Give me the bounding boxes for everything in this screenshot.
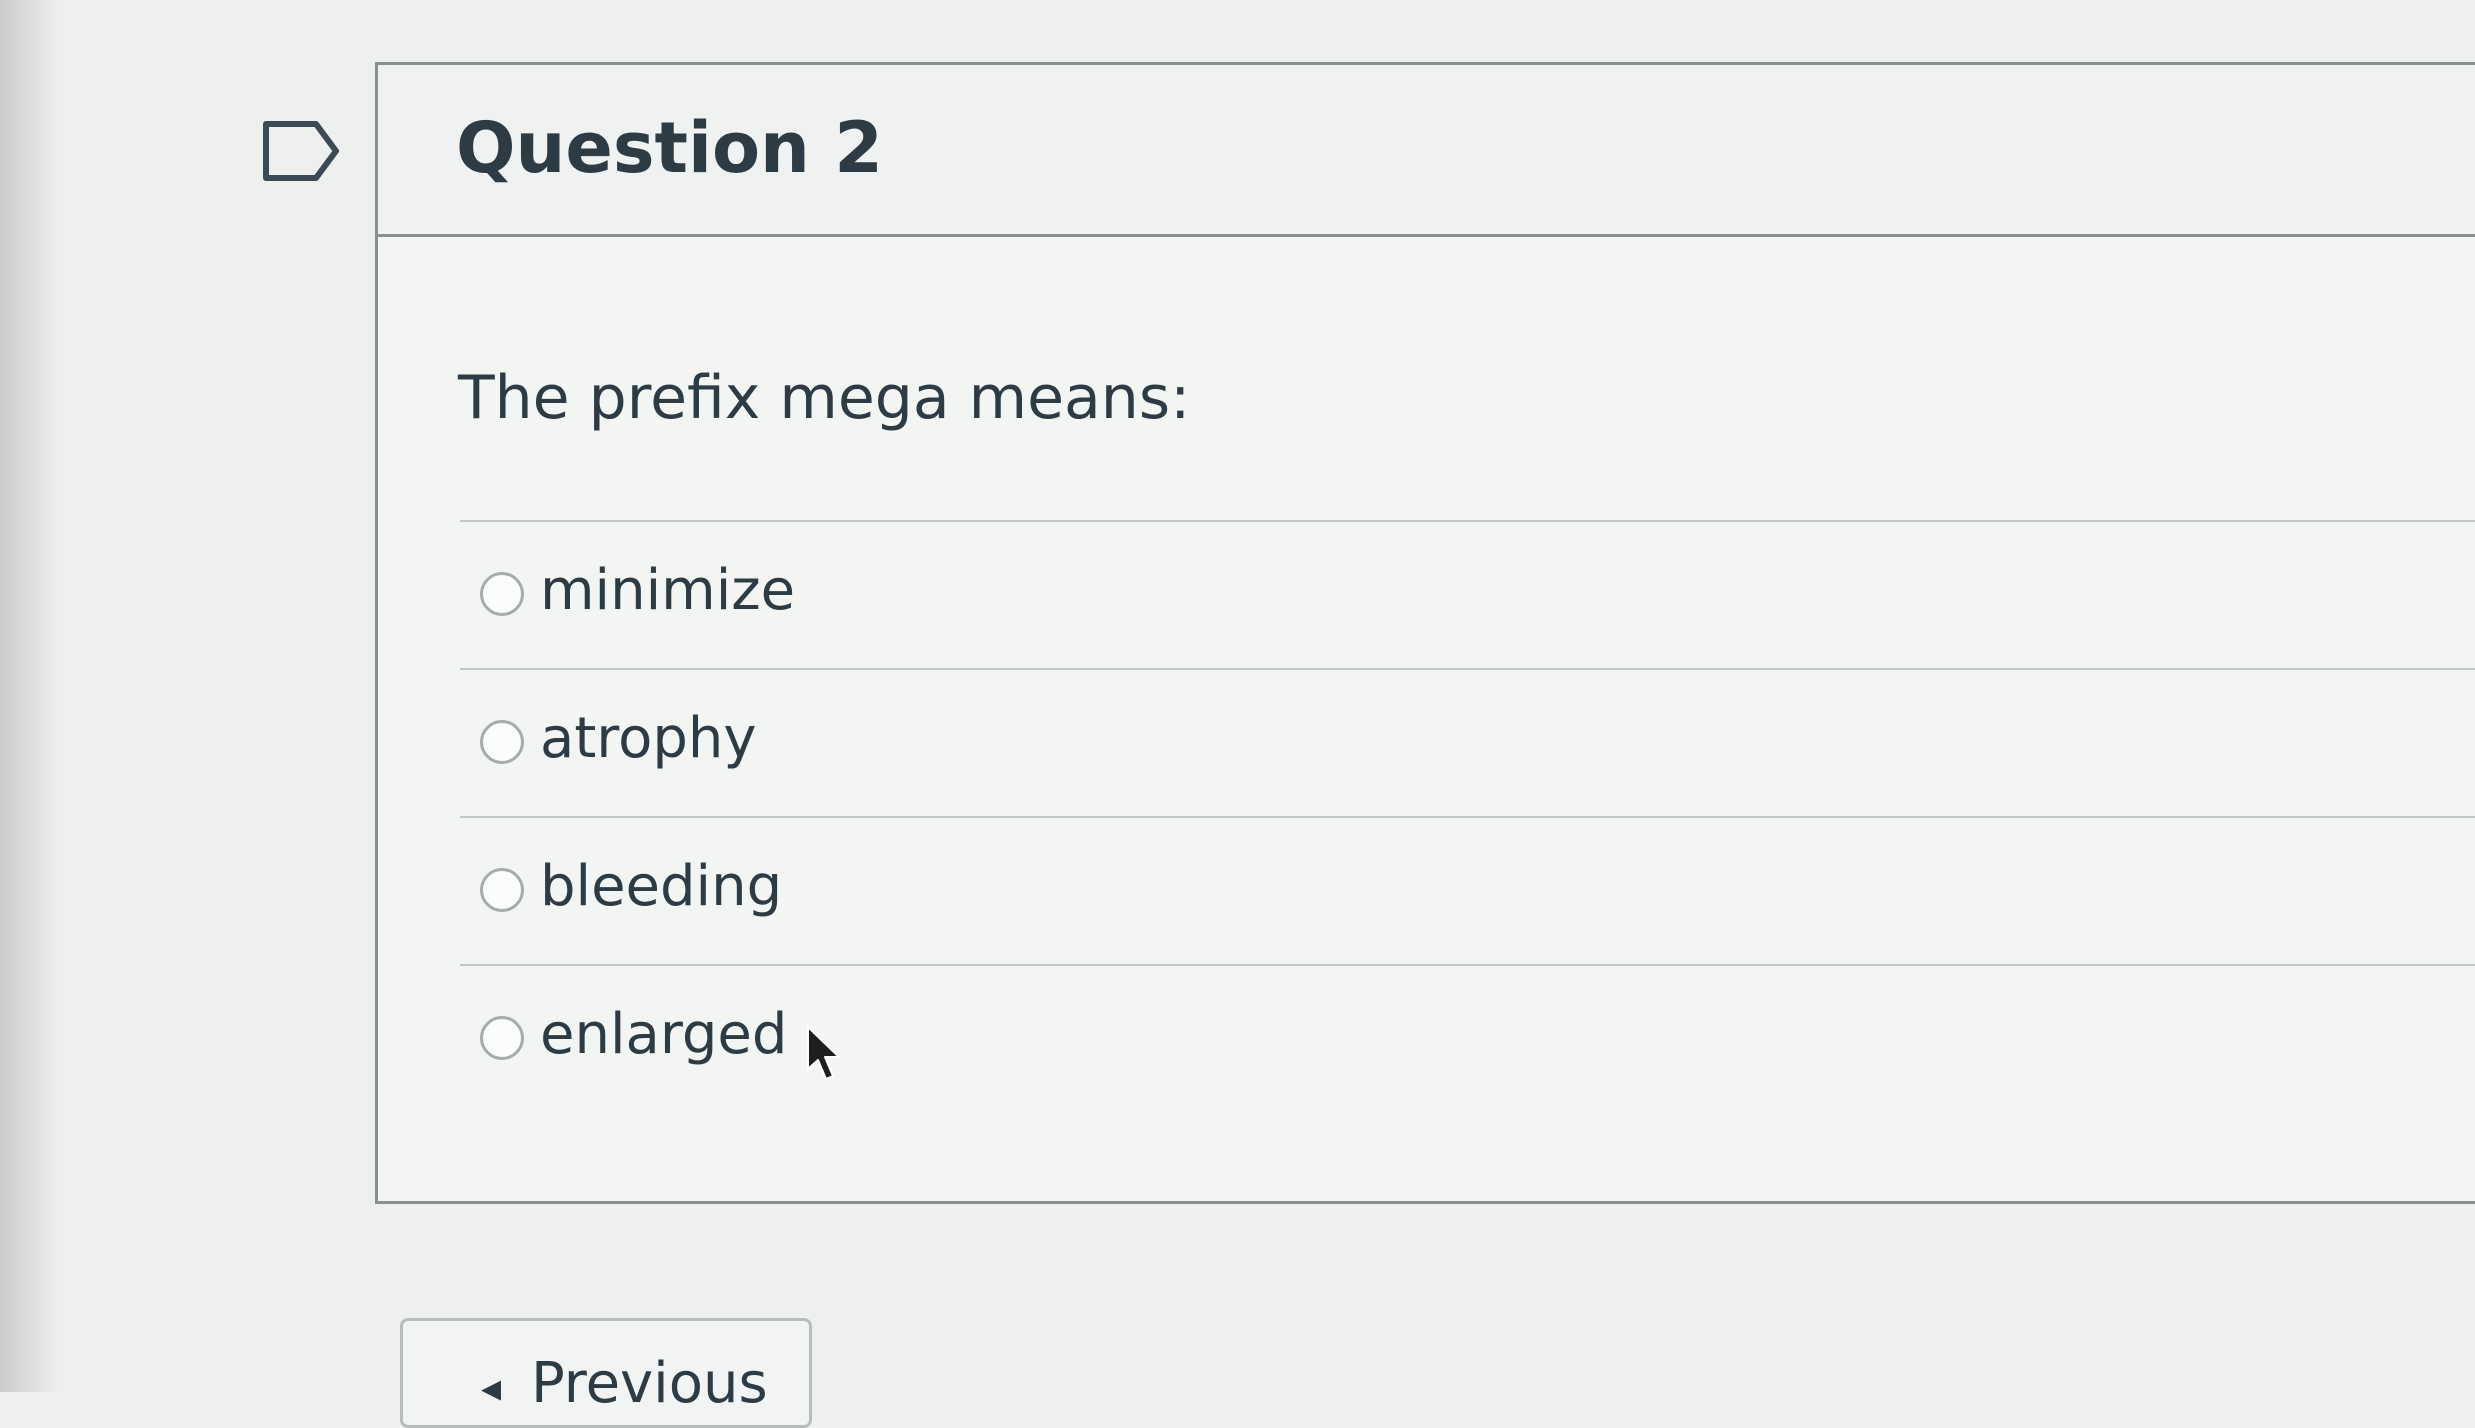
page-edge-shadow: [0, 0, 60, 1392]
previous-label: Previous: [531, 1351, 768, 1416]
answer-list: minimize atrophy bleeding enlarged: [460, 520, 2475, 1112]
answer-option-minimize[interactable]: minimize: [460, 520, 2475, 668]
answer-label[interactable]: minimize: [540, 558, 795, 623]
flag-question-icon[interactable]: [262, 120, 340, 182]
question-card: Question 2 The prefix mega means: minimi…: [375, 62, 2475, 1204]
question-title: Question 2: [456, 107, 883, 189]
radio-button-icon[interactable]: [480, 572, 524, 616]
chevron-left-icon: ◂: [481, 1365, 502, 1411]
radio-button-icon[interactable]: [480, 1016, 524, 1060]
answer-label[interactable]: bleeding: [540, 854, 782, 919]
previous-button[interactable]: ◂ Previous: [400, 1318, 812, 1428]
answer-label[interactable]: atrophy: [540, 706, 757, 771]
question-header: Question 2: [378, 65, 2475, 237]
answer-label[interactable]: enlarged: [540, 1002, 787, 1067]
answer-option-atrophy[interactable]: atrophy: [460, 668, 2475, 816]
mouse-pointer-icon: [807, 1026, 840, 1080]
answer-option-bleeding[interactable]: bleeding: [460, 816, 2475, 964]
radio-button-icon[interactable]: [480, 868, 524, 912]
radio-button-icon[interactable]: [480, 720, 524, 764]
answer-option-enlarged[interactable]: enlarged: [460, 964, 2475, 1112]
question-text: The prefix mega means:: [458, 363, 1191, 433]
